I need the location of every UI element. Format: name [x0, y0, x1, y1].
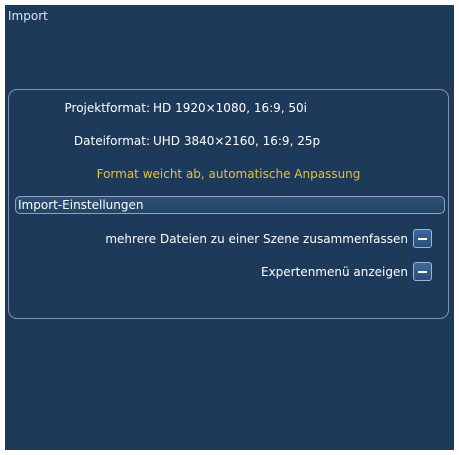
option-merge-files-label: mehrere Dateien zu einer Szene zusammenf… [105, 232, 408, 246]
option-expert-menu: Expertenmenü anzeigen [9, 262, 448, 282]
format-warning: Format weicht ab, automatische Anpassung [96, 167, 361, 181]
expert-menu-toggle[interactable] [413, 262, 432, 281]
project-format-label: Projektformat: [64, 101, 151, 115]
option-merge-files: mehrere Dateien zu einer Szene zusammenf… [9, 229, 448, 249]
window-title: Import [8, 9, 48, 23]
merge-files-toggle[interactable] [413, 229, 432, 248]
file-format-value: UHD 3840×2160, 16:9, 25p [153, 134, 321, 148]
import-settings-header[interactable]: Import-Einstellungen [15, 196, 445, 214]
import-panel: Projektformat: HD 1920×1080, 16:9, 50i D… [8, 89, 449, 319]
file-format-label: Dateiformat: [73, 134, 150, 148]
project-format-value: HD 1920×1080, 16:9, 50i [153, 101, 308, 115]
import-window: Import Projektformat: HD 1920×1080, 16:9… [5, 5, 454, 450]
option-expert-menu-label: Expertenmenü anzeigen [261, 265, 408, 279]
